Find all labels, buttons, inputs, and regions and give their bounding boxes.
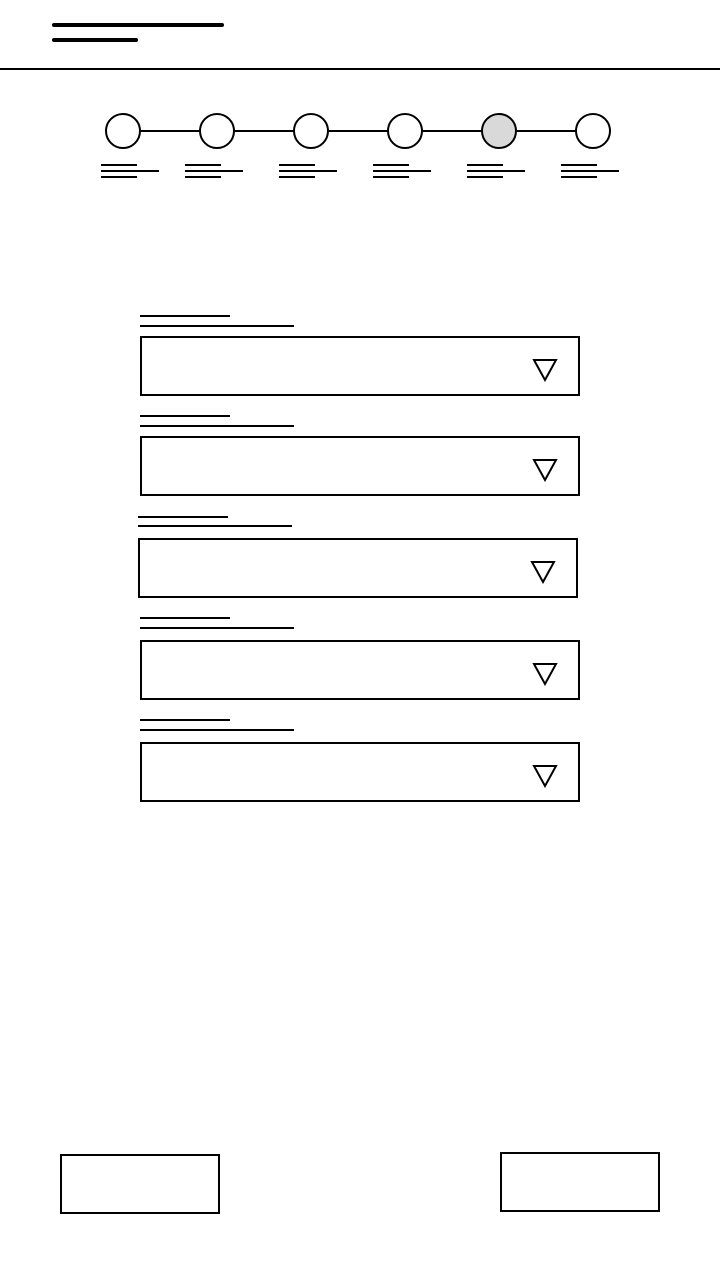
step-connector xyxy=(329,130,389,132)
step-4[interactable] xyxy=(387,113,423,149)
step-5-active[interactable] xyxy=(481,113,517,149)
header-divider xyxy=(0,68,720,70)
step-2[interactable] xyxy=(199,113,235,149)
field-2-dropdown[interactable] xyxy=(140,436,580,496)
step-connector xyxy=(423,130,483,132)
chevron-down-icon xyxy=(532,663,558,686)
step-1[interactable] xyxy=(105,113,141,149)
chevron-down-icon xyxy=(532,359,558,382)
next-button[interactable] xyxy=(500,1152,660,1212)
header-subtitle-placeholder xyxy=(52,38,138,42)
chevron-down-icon xyxy=(532,765,558,788)
step-connector xyxy=(235,130,295,132)
field-3-dropdown[interactable] xyxy=(138,538,578,598)
field-1-dropdown[interactable] xyxy=(140,336,580,396)
step-6[interactable] xyxy=(575,113,611,149)
step-3[interactable] xyxy=(293,113,329,149)
field-5-dropdown[interactable] xyxy=(140,742,580,802)
chevron-down-icon xyxy=(530,561,556,584)
back-button[interactable] xyxy=(60,1154,220,1214)
step-connector xyxy=(517,130,577,132)
chevron-down-icon xyxy=(532,459,558,482)
step-connector xyxy=(141,130,201,132)
header-title-placeholder xyxy=(52,23,224,27)
field-4-dropdown[interactable] xyxy=(140,640,580,700)
